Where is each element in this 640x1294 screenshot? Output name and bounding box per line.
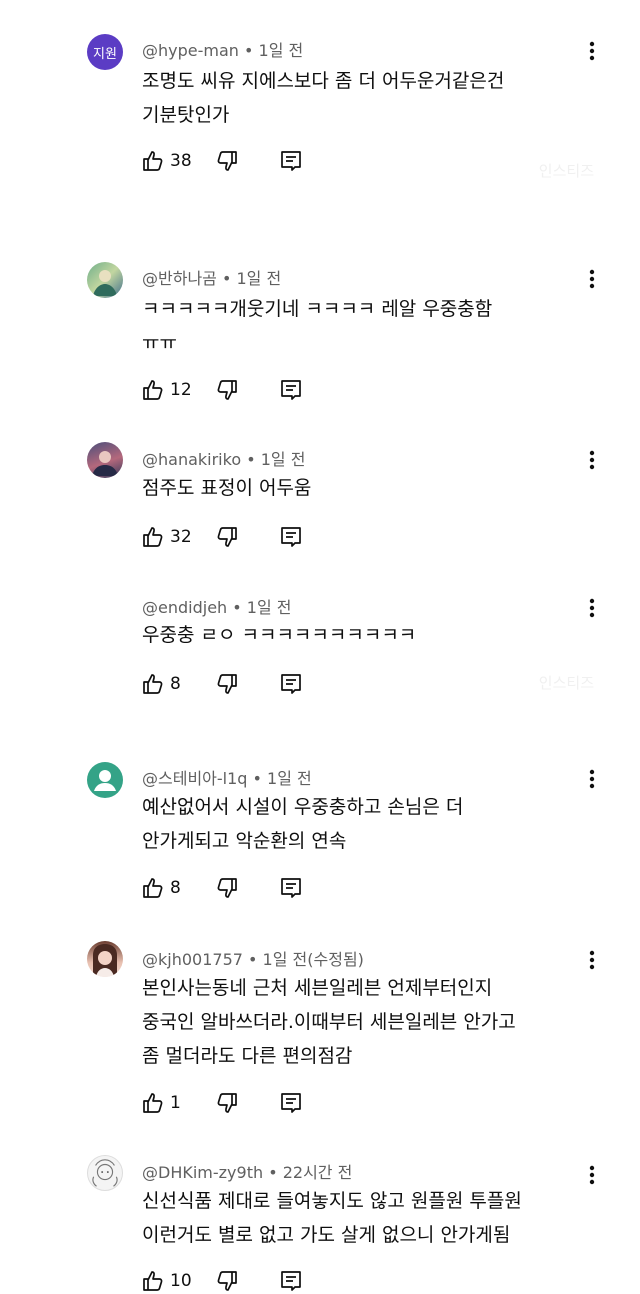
- avatar[interactable]: [87, 442, 123, 478]
- avatar[interactable]: [87, 1155, 123, 1191]
- meta-separator: •: [227, 598, 247, 617]
- meta-separator: •: [238, 41, 259, 60]
- more-vert-icon[interactable]: [582, 766, 602, 792]
- meta-separator: •: [216, 269, 237, 288]
- comment-time: 1일 전: [260, 450, 306, 469]
- comment-actions: 38: [140, 148, 304, 174]
- more-vert-icon[interactable]: [582, 947, 602, 973]
- thumb-up-icon[interactable]: [140, 671, 166, 697]
- comment-actions: 8: [140, 875, 304, 901]
- comment-handle[interactable]: @hype-man: [142, 41, 239, 60]
- thumb-down-icon[interactable]: [214, 671, 240, 697]
- reply-icon[interactable]: [278, 377, 304, 403]
- comment-meta: @스테비아-l1q • 1일 전: [142, 765, 312, 789]
- comment-time: 1일 전: [258, 41, 304, 60]
- thumb-up-icon[interactable]: [140, 148, 166, 174]
- comment-text: 조명도 씨유 지에스보다 좀 더 어두운거같은건 기분탓인가: [142, 70, 505, 126]
- comment-meta: @hanakiriko • 1일 전: [142, 446, 305, 470]
- thumb-up-icon[interactable]: [140, 1090, 166, 1116]
- like-count: 1: [170, 1093, 181, 1113]
- comment-time: 1일 전: [236, 269, 282, 288]
- comment-meta: @kjh001757 • 1일 전(수정됨): [142, 946, 364, 970]
- comment-time: 1일 전: [267, 769, 312, 788]
- avatar[interactable]: [87, 262, 123, 298]
- comment-handle[interactable]: @반하나곰: [142, 269, 217, 288]
- comment-handle[interactable]: @endidjeh: [142, 598, 227, 617]
- meta-separator: •: [242, 950, 263, 969]
- reply-icon[interactable]: [278, 1268, 304, 1294]
- comment-handle[interactable]: @kjh001757: [142, 950, 243, 969]
- thumb-down-icon[interactable]: [214, 148, 240, 174]
- thumb-up-icon[interactable]: [140, 524, 166, 550]
- comment-text: ㅋㅋㅋㅋㅋ개웃기네 ㅋㅋㅋㅋ 레알 우중충함 ㅠㅠ: [142, 298, 493, 354]
- reply-icon[interactable]: [278, 524, 304, 550]
- comment-text: 우중충 ㄹㅇ ㅋㅋㅋㅋㅋㅋㅋㅋㅋㅋ: [142, 624, 417, 646]
- like-count: 38: [170, 151, 192, 171]
- avatar-text: 지원: [93, 46, 117, 62]
- comment-actions: 8: [140, 671, 304, 697]
- meta-separator: •: [241, 450, 261, 469]
- meta-separator: •: [263, 1163, 283, 1182]
- more-vert-icon[interactable]: [582, 266, 602, 292]
- watermark: 인스티즈: [538, 674, 594, 692]
- edited-label: (수정됨): [307, 950, 364, 969]
- comments-page: { "comments": [ {"handle":"@hype-man","t…: [0, 0, 640, 1291]
- comment-actions: 1: [140, 1090, 304, 1116]
- reply-icon[interactable]: [278, 671, 304, 697]
- reply-icon[interactable]: [278, 1090, 304, 1116]
- comment-text: 점주도 표정이 어두움: [142, 477, 312, 499]
- comment-handle[interactable]: @DHKim-zy9th: [142, 1163, 263, 1182]
- thumb-up-icon[interactable]: [140, 1268, 166, 1294]
- comment-handle[interactable]: @스테비아-l1q: [142, 769, 247, 788]
- more-vert-icon[interactable]: [582, 1162, 602, 1188]
- comment-actions: 10: [140, 1268, 304, 1294]
- thumb-down-icon[interactable]: [214, 1268, 240, 1294]
- thumb-up-icon[interactable]: [140, 377, 166, 403]
- more-vert-icon[interactable]: [582, 447, 602, 473]
- comment-time: 1일 전: [246, 598, 292, 617]
- meta-separator: •: [247, 769, 268, 788]
- avatar[interactable]: [87, 941, 123, 977]
- like-count: 8: [170, 674, 181, 694]
- thumb-down-icon[interactable]: [214, 875, 240, 901]
- thumb-down-icon[interactable]: [214, 377, 240, 403]
- comment-meta: @endidjeh • 1일 전: [142, 594, 292, 618]
- comment-time: 22시간 전: [282, 1163, 353, 1182]
- watermark: 인스티즈: [538, 162, 594, 180]
- comment-text: 본인사는동네 근처 세븐일레븐 언제부터인지 중국인 알바쓰더라.이때부터 세븐…: [142, 977, 516, 1067]
- comment-meta: @DHKim-zy9th • 22시간 전: [142, 1159, 352, 1183]
- comment-time: 1일 전: [262, 950, 308, 969]
- like-count: 32: [170, 527, 192, 547]
- thumb-down-icon[interactable]: [214, 524, 240, 550]
- avatar[interactable]: [87, 762, 123, 798]
- comment-actions: 32: [140, 524, 304, 550]
- avatar[interactable]: 지원: [87, 34, 123, 70]
- thumb-down-icon[interactable]: [214, 1090, 240, 1116]
- more-vert-icon[interactable]: [582, 38, 602, 64]
- comment-handle[interactable]: @hanakiriko: [142, 450, 241, 469]
- comment-meta: @반하나곰 • 1일 전: [142, 265, 281, 289]
- more-vert-icon[interactable]: [582, 595, 602, 621]
- comment-actions: 12: [140, 377, 304, 403]
- reply-icon[interactable]: [278, 148, 304, 174]
- comment-text: 신선식품 제대로 들여놓지도 않고 원플원 투플원 이런거도 별로 없고 가도 …: [142, 1190, 522, 1246]
- like-count: 10: [170, 1271, 192, 1291]
- like-count: 12: [170, 380, 192, 400]
- like-count: 8: [170, 878, 181, 898]
- thumb-up-icon[interactable]: [140, 875, 166, 901]
- reply-icon[interactable]: [278, 875, 304, 901]
- comment-meta: @hype-man • 1일 전: [142, 37, 303, 61]
- comment-text: 예산없어서 시설이 우중충하고 손님은 더 안가게되고 악순환의 연속: [142, 796, 464, 852]
